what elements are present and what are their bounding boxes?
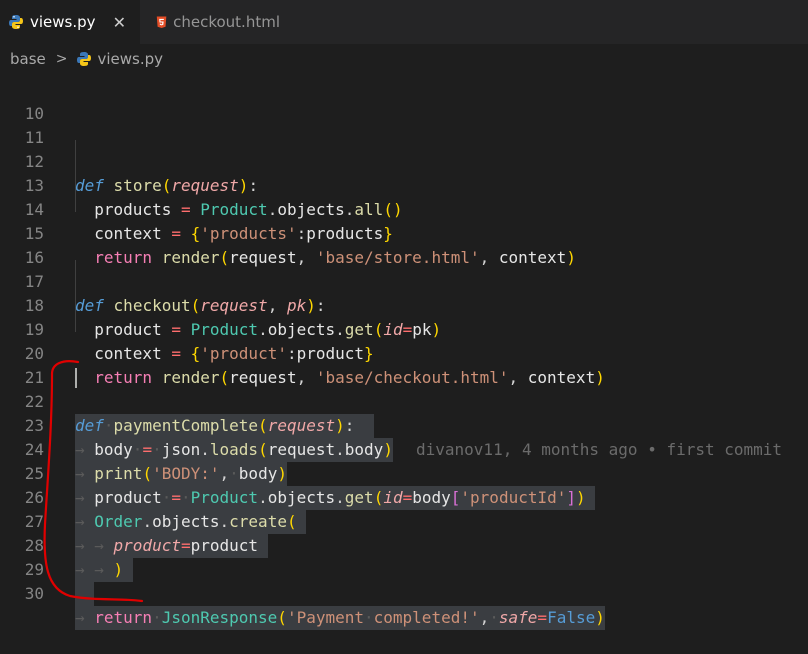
tab-label: checkout.html: [173, 13, 280, 31]
close-icon[interactable]: ✕: [109, 13, 130, 32]
tab-label: views.py: [30, 13, 96, 31]
html5-icon: [156, 16, 167, 28]
breadcrumb-folder[interactable]: base: [10, 50, 46, 68]
code-line: 21: [0, 342, 808, 387]
code-line: 22 def·paymentComplete(request): divanov…: [0, 366, 808, 459]
code-line: 27 → → product=product: [0, 486, 808, 558]
code-line: 17 def checkout(request, pk):: [0, 246, 808, 315]
line-number: 30: [24, 584, 44, 603]
code-line: 11: [0, 102, 808, 147]
code-line: 26 → Order.objects.create(: [0, 462, 808, 534]
code-line: 19 context = {'product':product}: [0, 294, 808, 363]
code-editor[interactable]: 10 11 12 def store(request): 13 products…: [0, 74, 808, 630]
code-line: 29: [0, 534, 808, 606]
code-line: 25 → product·=·Product.objects.get(id=bo…: [0, 438, 808, 510]
breadcrumb: base > views.py: [0, 44, 808, 74]
chevron-right-icon: >: [55, 51, 68, 67]
code-line: 30 → return·JsonResponse('Payment·comple…: [0, 558, 808, 630]
python-icon: [9, 15, 23, 29]
code-line: 12 def store(request):: [0, 126, 808, 195]
code-line: 20 return render(request, 'base/checkout…: [0, 318, 808, 387]
code-line: 16: [0, 222, 808, 267]
code-line: 10: [0, 78, 808, 123]
code-line: 13 products = Product.objects.all(): [0, 150, 808, 219]
code-line: 23 → body·=·json.loads(request.body): [0, 390, 808, 462]
tab-checkout-html[interactable]: checkout.html: [140, 0, 290, 44]
code-line: 24 → print('BODY:',·body): [0, 414, 808, 486]
code-line: 18 product = Product.objects.get(id=pk): [0, 270, 808, 339]
code-text: [75, 582, 95, 606]
code-line: 28 → → ): [0, 510, 808, 582]
code-line: 15 return render(request, 'base/store.ht…: [0, 198, 808, 267]
tab-views-py[interactable]: views.py ✕: [0, 0, 140, 44]
code-line: 14 context = {'products':products}: [0, 174, 808, 243]
breadcrumb-file[interactable]: views.py: [98, 50, 164, 68]
python-icon: [76, 52, 91, 66]
code-text: → return·JsonResponse('Payment·completed…: [75, 606, 605, 630]
tab-bar: views.py ✕ checkout.html: [0, 0, 808, 44]
text-cursor: [75, 368, 77, 388]
